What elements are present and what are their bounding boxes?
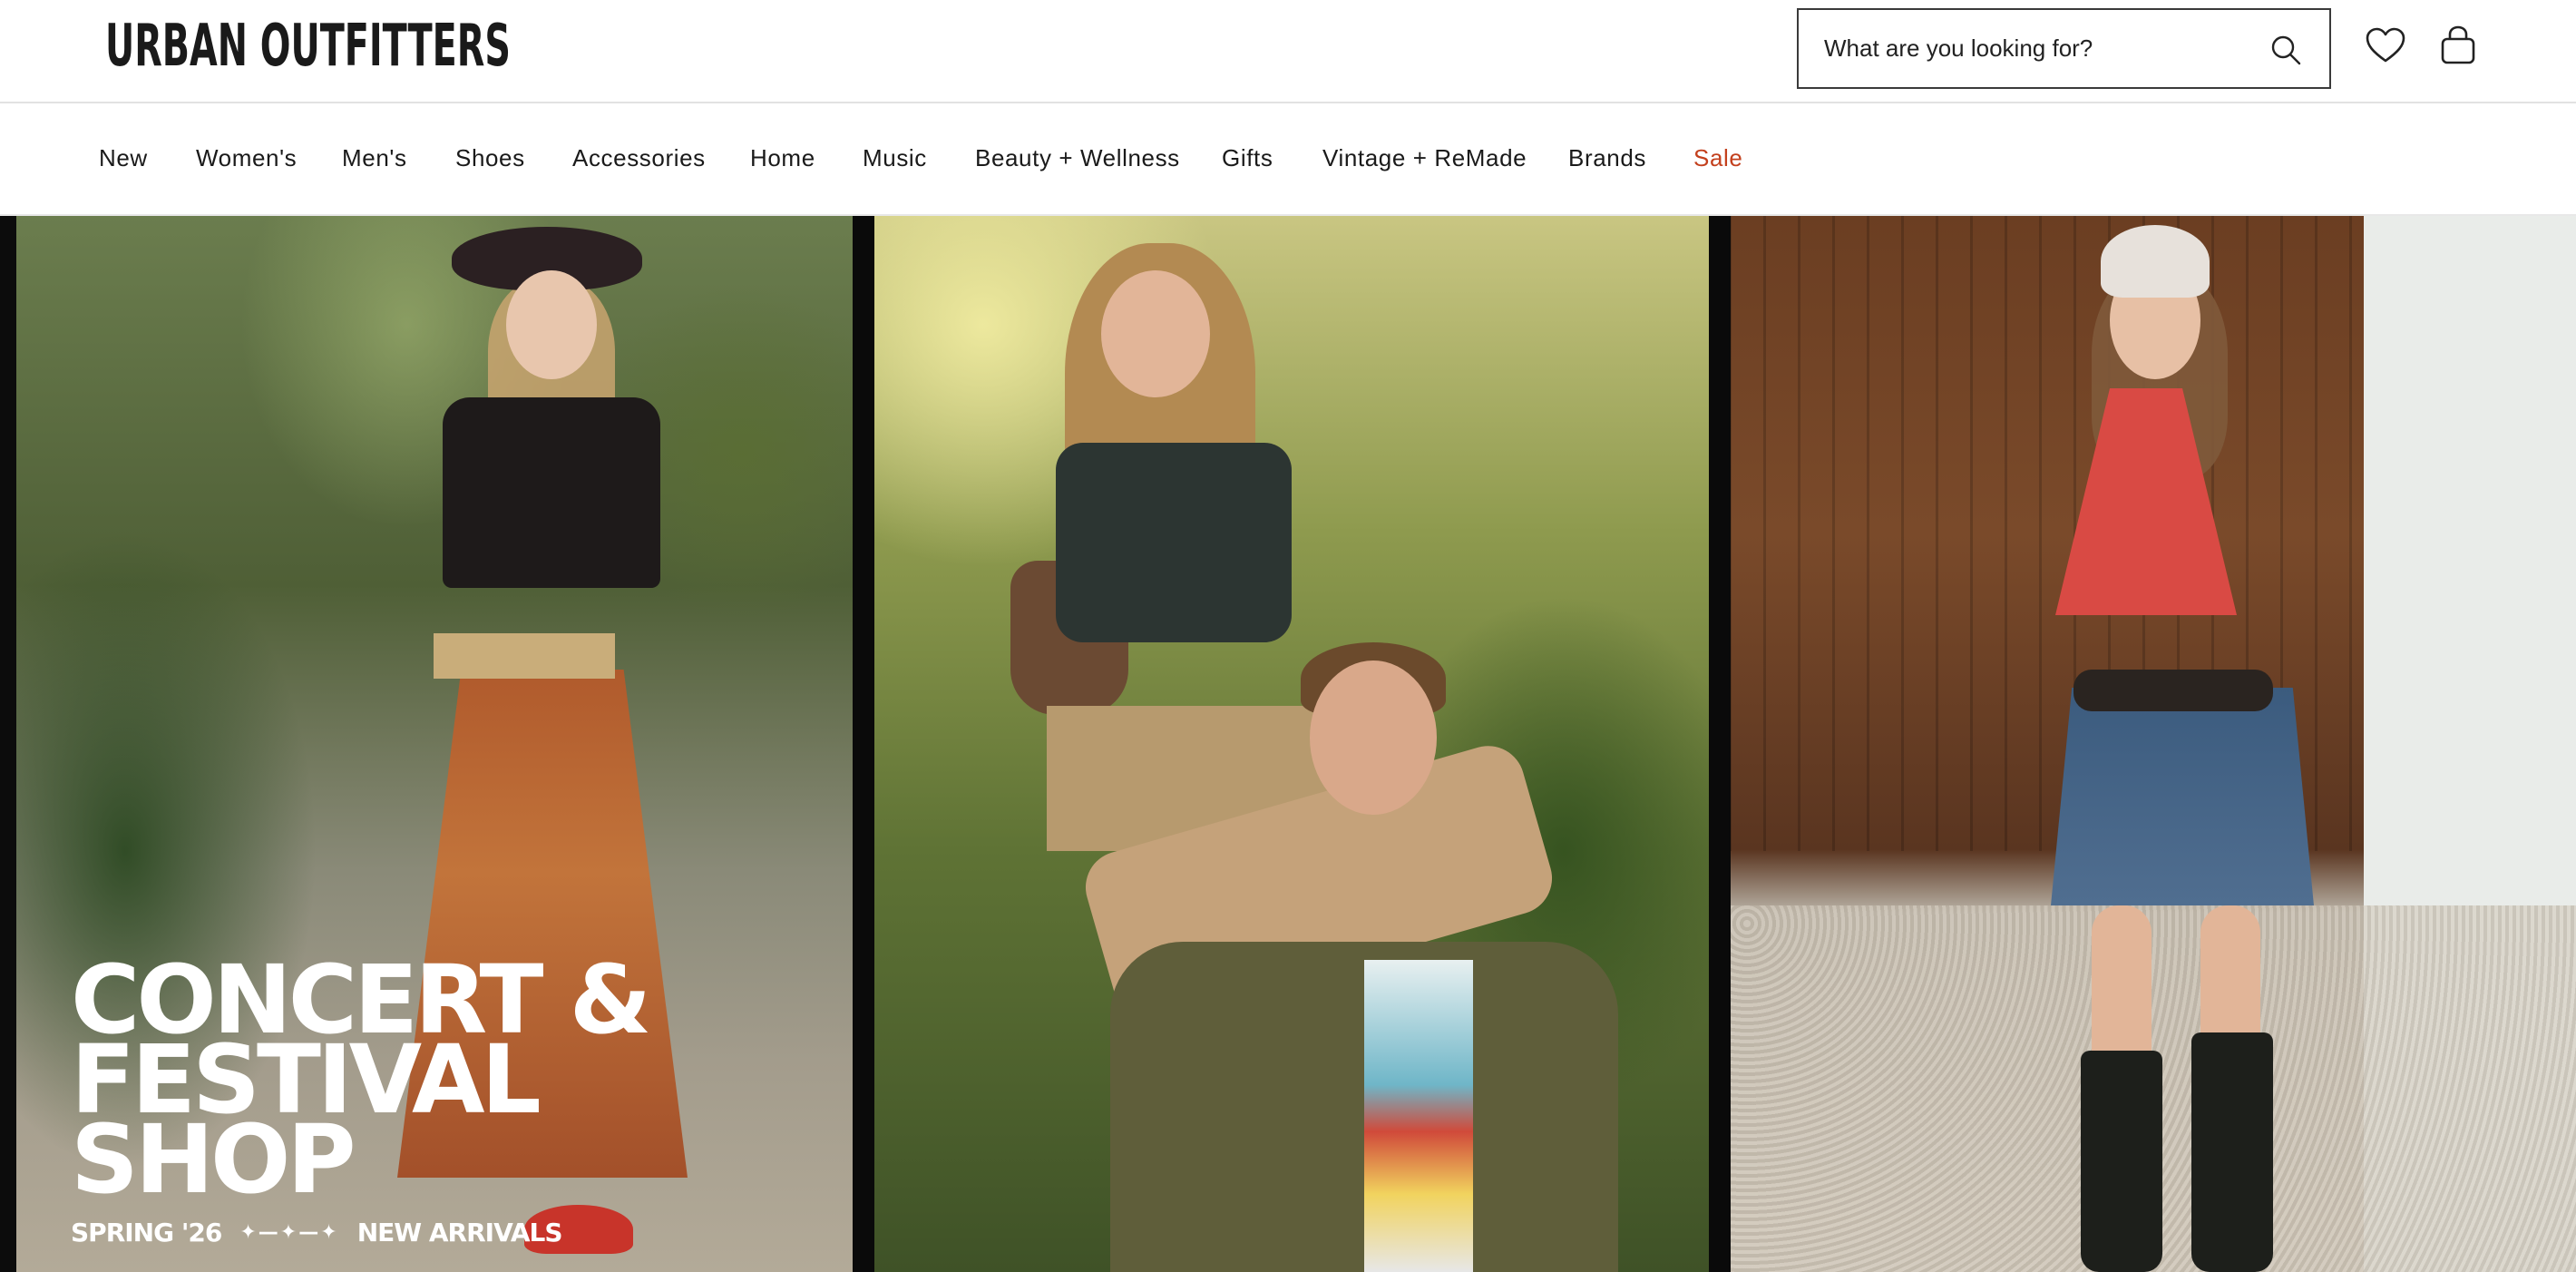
man-face [1310, 660, 1437, 815]
nav-item-new[interactable]: New [99, 142, 148, 174]
promo-overlay[interactable]: CONCERT & FESTIVAL SHOP SPRING '26 ✦—✦—✦… [71, 944, 760, 1248]
search-icon[interactable] [2269, 34, 2302, 66]
site-header: URBAN OUTFITTERS [0, 0, 2576, 103]
black-knee-boot [2191, 1032, 2273, 1272]
nav-item-brands[interactable]: Brands [1568, 142, 1646, 174]
heart-icon[interactable] [2364, 24, 2407, 67]
hero-image-right[interactable] [1729, 216, 2576, 1272]
nav-item-mens[interactable]: Men's [342, 142, 407, 174]
western-belt [2073, 670, 2273, 711]
panel-divider [853, 216, 874, 1272]
nav-item-vintage-remade[interactable]: Vintage + ReMade [1322, 142, 1527, 174]
denim-shorts [2051, 688, 2314, 905]
nav-item-sale[interactable]: Sale [1693, 142, 1742, 174]
hero-banner[interactable]: CONCERT & FESTIVAL SHOP SPRING '26 ✦—✦—✦… [0, 216, 2576, 1272]
model-face [506, 270, 597, 379]
graphic-tee [1364, 960, 1473, 1272]
sparkle-icon: ✦—✦—✦ [239, 1221, 339, 1244]
search-box[interactable] [1797, 8, 2331, 89]
promo-title: CONCERT & FESTIVAL SHOP [71, 944, 651, 1215]
panel-divider [1709, 216, 1731, 1272]
black-knee-boot [2081, 1051, 2162, 1272]
hero-image-center[interactable] [874, 216, 1709, 1272]
site-logo[interactable]: URBAN OUTFITTERS [105, 13, 511, 80]
promo-subtitle: SPRING '26 ✦—✦—✦ NEW ARRIVALS [71, 1218, 760, 1248]
nav-item-music[interactable]: Music [863, 142, 927, 174]
sheer-black-top [443, 397, 660, 588]
woven-belt [434, 633, 615, 679]
nav-item-womens[interactable]: Women's [196, 142, 297, 174]
nav-item-accessories[interactable]: Accessories [572, 142, 706, 174]
black-lace-top [1056, 443, 1292, 642]
hero-image-left[interactable]: CONCERT & FESTIVAL SHOP SPRING '26 ✦—✦—✦… [16, 216, 853, 1272]
main-nav: New Women's Men's Shoes Accessories Home… [0, 103, 2576, 216]
shopping-bag-icon[interactable] [2436, 24, 2480, 67]
promo-season: SPRING '26 [71, 1218, 222, 1248]
search-input[interactable] [1824, 10, 2259, 87]
nav-item-home[interactable]: Home [750, 142, 815, 174]
model-face [1101, 270, 1210, 397]
promo-new-arrivals: NEW ARRIVALS [356, 1218, 563, 1248]
nav-item-gifts[interactable]: Gifts [1222, 142, 1273, 174]
trucker-cap [2101, 225, 2210, 298]
nav-item-shoes[interactable]: Shoes [455, 142, 525, 174]
nav-item-beauty-wellness[interactable]: Beauty + Wellness [975, 142, 1180, 174]
